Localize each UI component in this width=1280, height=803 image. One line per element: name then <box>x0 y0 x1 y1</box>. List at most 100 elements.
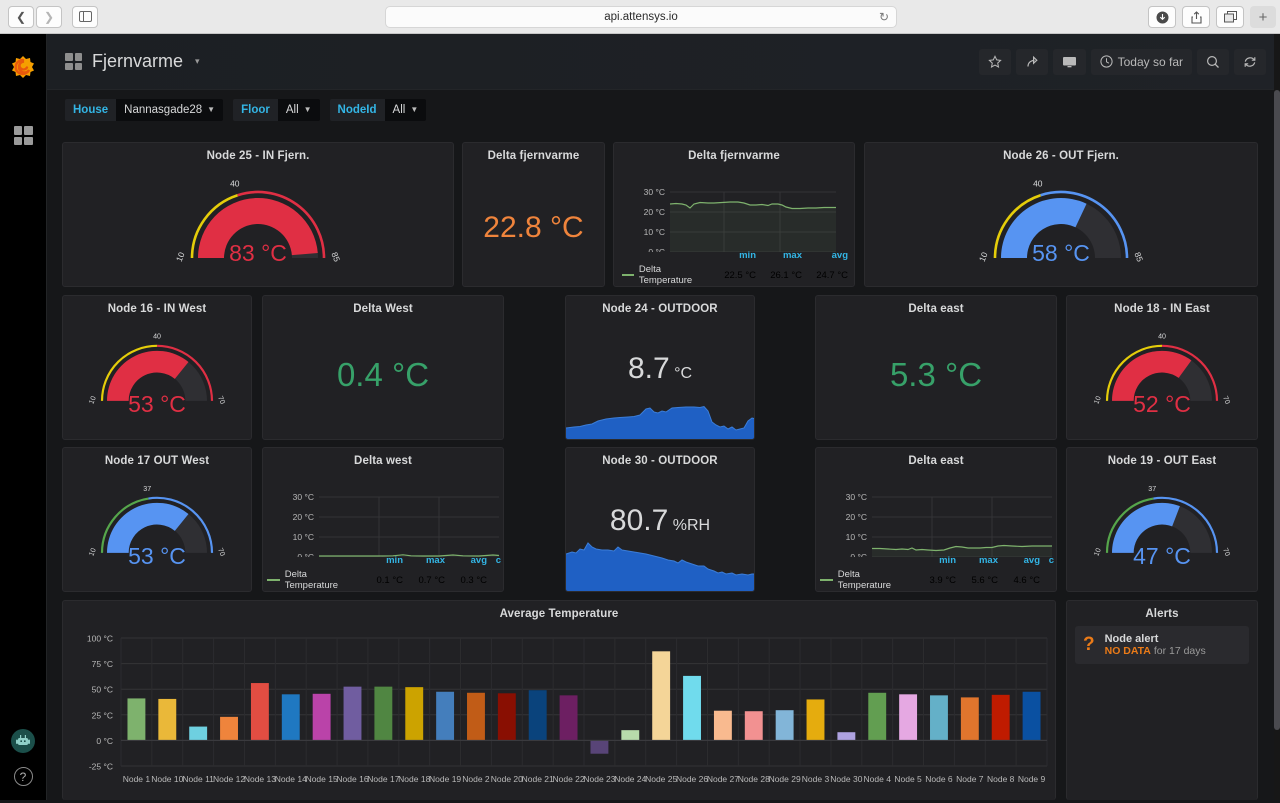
panel-title: Delta fjernvarme <box>487 150 580 162</box>
bar <box>652 651 671 741</box>
url-text: api.attensys.io <box>604 11 678 23</box>
panel-delta-east-graph[interactable]: Delta east 30 °C 20 °C 10 °C 0 °C 00:00 … <box>815 447 1057 592</box>
sidebar-toggle-icon[interactable] <box>72 5 98 28</box>
x-tick: Node 14 <box>275 774 307 784</box>
new-tab-button[interactable]: + <box>1250 6 1276 28</box>
panel-node24[interactable]: Node 24 - OUTDOOR 8.7 °C <box>565 295 755 440</box>
legend-color-swatch <box>267 579 280 581</box>
avatar[interactable] <box>11 729 35 753</box>
legend-value-min: 0.1 °C <box>376 574 403 586</box>
chevron-down-icon: ▼ <box>207 105 216 114</box>
graph-legend: min max avg Delta Temperature 22.5 °C 26… <box>614 250 856 286</box>
x-tick: Node 28 <box>738 774 770 784</box>
zoom-out-button[interactable] <box>1197 48 1229 75</box>
variable-nodeid-label: NodeId <box>329 99 385 121</box>
panel-title: Node 16 - IN West <box>107 303 207 315</box>
panel-alerts[interactable]: Alerts ? Node alert NO DATA for 17 days <box>1066 600 1258 800</box>
gauge-node17: 10 37 70 53 °C <box>63 467 251 588</box>
legend-header-min: min <box>939 555 956 566</box>
panel-node19[interactable]: Node 19 - OUT East 10 37 70 47 °C <box>1066 447 1258 592</box>
gauge-node18-value: 52 °C <box>1133 391 1191 417</box>
help-icon[interactable]: ? <box>13 767 33 786</box>
legend-series[interactable]: Delta Temperature <box>267 569 361 591</box>
x-tick: Node 24 <box>614 774 646 784</box>
y-tick: 10 °C <box>293 532 314 542</box>
variable-nodeid-value[interactable]: All ▼ <box>384 99 427 121</box>
forward-button[interactable]: ❯ <box>36 5 62 28</box>
tv-mode-button[interactable] <box>1052 48 1086 75</box>
variable-floor-value[interactable]: All ▼ <box>277 99 320 121</box>
reload-icon[interactable]: ↻ <box>879 10 889 24</box>
stat-value-group: 8.7 °C <box>566 352 754 386</box>
alert-state-badge: NO DATA <box>1104 645 1151 657</box>
panel-node26[interactable]: Node 26 - OUT Fjern. 10 40 85 58 °C <box>864 142 1258 287</box>
template-variables-row: House Nannasgade28 ▼ Floor All ▼ NodeId Al… <box>47 90 1280 130</box>
url-bar[interactable]: api.attensys.io ↻ <box>385 6 897 28</box>
panel-title: Node 19 - OUT East <box>1107 455 1217 467</box>
chevron-down-icon[interactable]: ▾ <box>195 56 200 67</box>
grafana-logo[interactable] <box>8 54 38 84</box>
bar <box>436 691 455 741</box>
panel-delta-east-stat[interactable]: Delta east 5.3 °C <box>815 295 1057 440</box>
panel-node18[interactable]: Node 18 - IN East 10 40 70 52 °C <box>1066 295 1258 440</box>
panel-title: Node 18 - IN East <box>1114 303 1210 315</box>
star-button[interactable] <box>978 48 1011 75</box>
panel-average-temperature[interactable]: Average Temperature 100 °C 75 °C 50 °C 25 °… <box>62 600 1056 800</box>
legend-color-swatch <box>622 274 634 276</box>
bar <box>158 698 177 741</box>
bar <box>806 699 825 741</box>
y-tick: 10 °C <box>644 227 665 237</box>
bar <box>312 693 331 741</box>
x-tick: Node 23 <box>583 774 615 784</box>
alert-list-item[interactable]: ? Node alert NO DATA for 17 days <box>1075 626 1249 664</box>
dashboard-title-group[interactable]: Fjernvarme ▾ <box>65 51 200 72</box>
bar <box>960 697 979 741</box>
share-icon[interactable] <box>1182 6 1210 28</box>
variable-house-value[interactable]: Nannasgade28 ▼ <box>116 99 224 121</box>
panel-delta-west-stat[interactable]: Delta West 0.4 °C <box>262 295 504 440</box>
y-tick: 20 °C <box>846 512 867 522</box>
sidebar-item-dashboards[interactable] <box>13 126 33 145</box>
panel-node25[interactable]: Node 25 - IN Fjern. 10 40 85 83 °C <box>62 142 454 287</box>
panel-delta-fjernvarme-graph[interactable]: Delta fjernvarme 30 °C 20 °C 10 °C 0 °C … <box>613 142 855 287</box>
alert-name: Node alert <box>1104 633 1159 645</box>
refresh-button[interactable] <box>1234 48 1266 75</box>
legend-series[interactable]: Delta Temperature <box>622 264 710 286</box>
x-tick: Node 30 <box>830 774 862 784</box>
bar <box>405 687 424 741</box>
gauge-node25-value: 83 °C <box>229 240 287 266</box>
time-picker-button[interactable]: Today so far <box>1090 48 1192 75</box>
gauge-node18: 10 40 70 52 °C <box>1067 315 1257 436</box>
y-tick: 50 °C <box>92 685 113 695</box>
panel-node17[interactable]: Node 17 OUT West 10 37 70 53 °C <box>62 447 252 592</box>
panel-delta-west-graph[interactable]: Delta west 30 °C 20 °C 10 °C 0 °C 00:00 … <box>262 447 504 592</box>
sidebar-toggle-group <box>72 5 98 28</box>
share-button[interactable] <box>1015 48 1048 75</box>
panel-title: Delta east <box>908 303 964 315</box>
panel-title: Delta west <box>354 455 412 467</box>
panel-delta-fjernvarme-stat[interactable]: Delta fjernvarme 22.8 °C <box>462 142 605 287</box>
legend-series-label: Delta Temperature <box>284 569 339 591</box>
download-icon[interactable] <box>1148 6 1176 28</box>
bar-chart: 100 °C75 °C50 °C25 °C0 °C-25 °CNode 1 Nod… <box>87 634 1048 784</box>
legend-series[interactable]: Delta Temperature <box>820 569 914 591</box>
x-tick: Node 5 <box>894 774 922 784</box>
x-tick: Node 21 <box>522 774 554 784</box>
legend-header-avg: avg <box>470 555 487 566</box>
legend-header-max: max <box>425 555 445 566</box>
x-tick: Node 19 <box>429 774 461 784</box>
legend-header-max: max <box>978 555 998 566</box>
tab-overview-icon[interactable] <box>1216 6 1244 28</box>
bar <box>467 692 485 741</box>
bar <box>590 740 609 754</box>
back-button[interactable]: ❮ <box>8 5 34 28</box>
svg-text:40: 40 <box>1158 332 1166 340</box>
panel-node30[interactable]: Node 30 - OUTDOOR 80.7 %RH <box>565 447 755 592</box>
sidebar-bottom-group: ? <box>11 729 35 786</box>
x-tick: Node 7 <box>956 774 984 784</box>
page-scrollbar[interactable] <box>1274 90 1280 730</box>
legend-header-min: min <box>386 555 403 566</box>
bar <box>899 694 918 741</box>
panel-node16[interactable]: Node 16 - IN West 10 40 70 53 °C <box>62 295 252 440</box>
gauge-node16: 10 40 70 53 °C <box>63 315 251 436</box>
